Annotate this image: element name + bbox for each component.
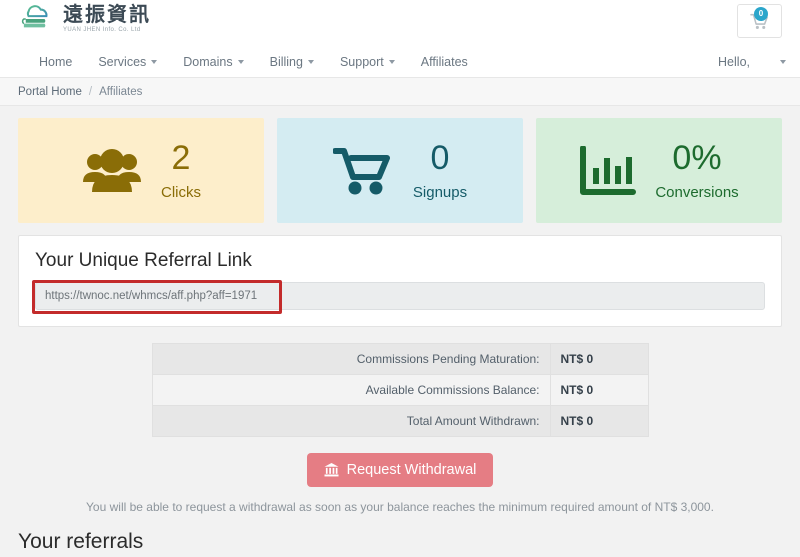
site-header: 遠振資訊 YUAN JHEN Info. Co. Ltd 0 [0,0,800,46]
nav-item-support[interactable]: Support [327,55,408,69]
commission-label: Available Commissions Balance: [151,374,551,406]
breadcrumb-item-affiliates: Affiliates [99,85,143,98]
commissions-summary: Commissions Pending Maturation: NT$ 0 Av… [18,343,782,437]
nav-label: Billing [269,54,303,69]
commissions-table: Commissions Pending Maturation: NT$ 0 Av… [151,343,649,437]
cart-button[interactable]: 0 [737,4,782,38]
withdraw-action-area: Request Withdrawal [18,453,782,487]
stat-label-signups: Signups [412,183,468,201]
referral-link-title: Your Unique Referral Link [35,250,252,271]
stat-label-conversions: Conversions [655,183,739,201]
chevron-down-icon [307,59,314,64]
nav-label: Home [39,54,73,69]
user-menu[interactable]: Hello, [718,55,786,69]
commission-label: Commissions Pending Maturation: [151,343,551,375]
stat-text-clicks: 2 Clicks [161,141,201,201]
nav-item-billing[interactable]: Billing [257,55,327,69]
user-greeting: Hello, [718,54,750,69]
stat-text-conversions: 0% Conversions [655,141,738,201]
stat-value-clicks: 2 [171,138,191,177]
logo-name-en: YUAN JHEN Info. Co. Ltd [63,26,141,33]
stat-card-conversions: 0% Conversions [536,118,782,223]
request-withdrawal-button[interactable]: Request Withdrawal [306,453,494,487]
nav-item-services[interactable]: Services [85,55,170,69]
nav-item-home[interactable]: Home [26,55,85,69]
withdrawal-note: You will be able to request a withdrawal… [86,500,714,514]
chevron-down-icon [237,59,244,64]
page-content: 2 Clicks 0 Signups 0% Conversions Your U… [0,106,800,557]
logo-name-cn: 遠振資訊 [63,1,151,26]
commission-label: Total Amount Withdrawn: [151,405,551,437]
cart-count-badge: 0 [754,6,768,21]
site-logo[interactable]: 遠振資訊 YUAN JHEN Info. Co. Ltd [18,3,151,33]
nav-items: Home Services Domains Billing Support Af… [26,55,481,69]
breadcrumb: Portal Home / Affiliates [0,78,800,106]
stat-label-clicks: Clicks [161,183,201,201]
commission-value: NT$ 0 [549,405,649,437]
cart-icon [332,146,395,196]
table-row: Total Amount Withdrawn: NT$ 0 [151,405,649,437]
logo-text: 遠振資訊 YUAN JHEN Info. Co. Ltd [63,4,151,33]
bar-chart-icon [579,145,637,196]
referral-link-input[interactable] [35,282,765,310]
users-icon [81,148,143,194]
nav-label: Affiliates [420,54,468,69]
nav-label: Services [98,54,147,69]
breadcrumb-separator: / [88,85,93,98]
chevron-down-icon[interactable] [780,59,786,64]
nav-label: Support [339,54,384,69]
bank-icon [324,463,339,477]
nav-label: Domains [183,54,233,69]
request-withdrawal-label: Request Withdrawal [346,462,477,478]
commission-value: NT$ 0 [549,343,649,375]
referral-link-panel: Your Unique Referral Link [18,235,782,327]
stat-value-conversions: 0% [672,138,722,177]
nav-item-domains[interactable]: Domains [170,55,256,69]
main-navigation: Home Services Domains Billing Support Af… [0,46,800,78]
table-row: Commissions Pending Maturation: NT$ 0 [151,343,649,375]
table-row: Available Commissions Balance: NT$ 0 [151,374,649,406]
your-referrals-heading: Your referrals [18,530,144,553]
nav-item-affiliates[interactable]: Affiliates [408,55,481,69]
cloud-book-logo-icon [18,3,56,33]
stat-value-signups: 0 [430,138,450,177]
commission-value: NT$ 0 [549,374,649,406]
affiliate-stats-row: 2 Clicks 0 Signups 0% Conversions [18,118,782,223]
breadcrumb-item-portal-home[interactable]: Portal Home [18,86,82,98]
stat-card-clicks: 2 Clicks [18,118,264,223]
chevron-down-icon [151,59,158,64]
stat-card-signups: 0 Signups [277,118,523,223]
stat-text-signups: 0 Signups [413,141,467,201]
chevron-down-icon [388,59,395,64]
